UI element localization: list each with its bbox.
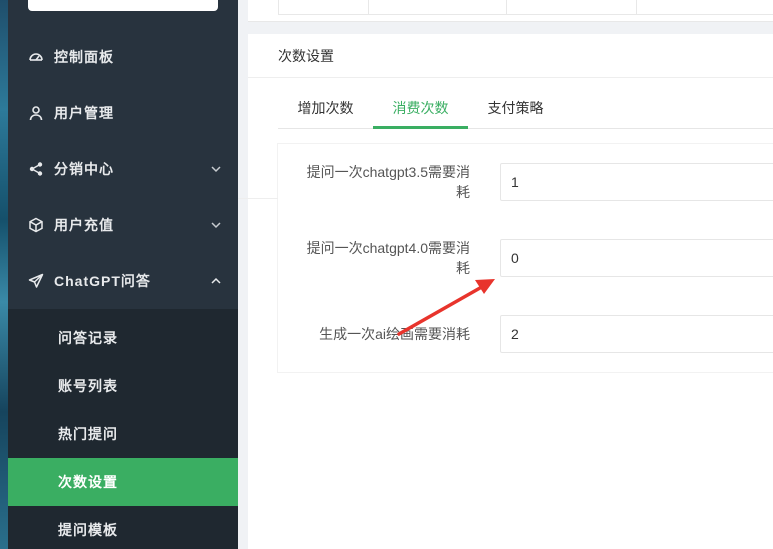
divider <box>238 198 278 199</box>
field-label-line: 提问一次chatgpt4.0需要消 <box>306 240 470 256</box>
top-stats-strip <box>248 0 773 22</box>
ai-drawing-cost-input[interactable]: 2 <box>500 315 773 353</box>
submenu-item-count-settings[interactable]: 次数设置 <box>8 458 238 506</box>
sidebar-item-distribution[interactable]: 分销中心 <box>8 141 238 197</box>
sidebar-item-label: 用户管理 <box>54 105 114 121</box>
settings-card: 次数设置 增加次数 消费次数 支付策略 提问一次chatgpt3.5需要消 耗 … <box>248 34 773 549</box>
field-label: 提问一次chatgpt3.5需要消 耗 <box>290 162 470 202</box>
tab-add-count[interactable]: 增加次数 <box>278 94 373 129</box>
gpt35-cost-input[interactable]: 1 <box>500 163 773 201</box>
tab-consume-count[interactable]: 消费次数 <box>373 94 468 129</box>
chatgpt-submenu: 问答记录 账号列表 热门提问 次数设置 提问模板 <box>8 309 238 549</box>
stat-cell <box>636 0 773 15</box>
sidebar-item-user-management[interactable]: 用户管理 <box>8 85 238 141</box>
field-label: 生成一次ai绘画需要消耗 <box>290 324 470 344</box>
share-icon <box>28 161 44 177</box>
stat-cell <box>278 0 368 15</box>
sidebar-search-box[interactable] <box>28 0 218 11</box>
sidebar-item-label: 分销中心 <box>54 161 114 177</box>
sidebar-item-dashboard[interactable]: 控制面板 <box>8 29 238 85</box>
chevron-up-icon <box>211 277 221 284</box>
sidebar-item-label: 用户充值 <box>54 217 114 233</box>
cube-icon <box>28 217 44 233</box>
chevron-down-icon <box>211 166 221 173</box>
main-content: 次数设置 增加次数 消费次数 支付策略 提问一次chatgpt3.5需要消 耗 … <box>238 0 773 549</box>
gauge-icon <box>28 49 44 65</box>
submenu-item-account-list[interactable]: 账号列表 <box>8 362 238 410</box>
tab-bar: 增加次数 消费次数 支付策略 <box>278 94 773 129</box>
consume-form: 提问一次chatgpt3.5需要消 耗 1 提问一次chatgpt4.0需要消 … <box>278 144 773 372</box>
sidebar-item-label: 控制面板 <box>54 49 114 65</box>
sidebar-item-recharge[interactable]: 用户充值 <box>8 197 238 253</box>
submenu-item-hot-questions[interactable]: 热门提问 <box>8 410 238 458</box>
send-icon <box>28 273 44 289</box>
sidebar-item-label: ChatGPT问答 <box>54 273 151 289</box>
stat-cell <box>506 0 636 15</box>
sidebar-item-chatgpt[interactable]: ChatGPT问答 <box>8 253 238 309</box>
field-label-line: 耗 <box>456 184 470 200</box>
submenu-item-qa-records[interactable]: 问答记录 <box>8 314 238 362</box>
field-label-line: 提问一次chatgpt3.5需要消 <box>306 164 470 180</box>
field-label: 提问一次chatgpt4.0需要消 耗 <box>290 238 470 278</box>
sidebar: 控制面板 用户管理 分销中心 用户充值 ChatGPT问答 问答记录 账号列表 … <box>8 0 238 549</box>
desktop-background-strip <box>0 0 8 549</box>
tab-payment-strategy[interactable]: 支付策略 <box>468 94 563 129</box>
stat-cell <box>368 0 506 15</box>
card-title: 次数设置 <box>248 34 773 78</box>
field-label-line: 耗 <box>456 260 470 276</box>
user-icon <box>28 105 44 121</box>
chevron-down-icon <box>211 222 221 229</box>
submenu-item-question-templates[interactable]: 提问模板 <box>8 506 238 549</box>
gpt40-cost-input[interactable]: 0 <box>500 239 773 277</box>
field-label-line: 生成一次ai绘画需要消耗 <box>319 326 470 342</box>
